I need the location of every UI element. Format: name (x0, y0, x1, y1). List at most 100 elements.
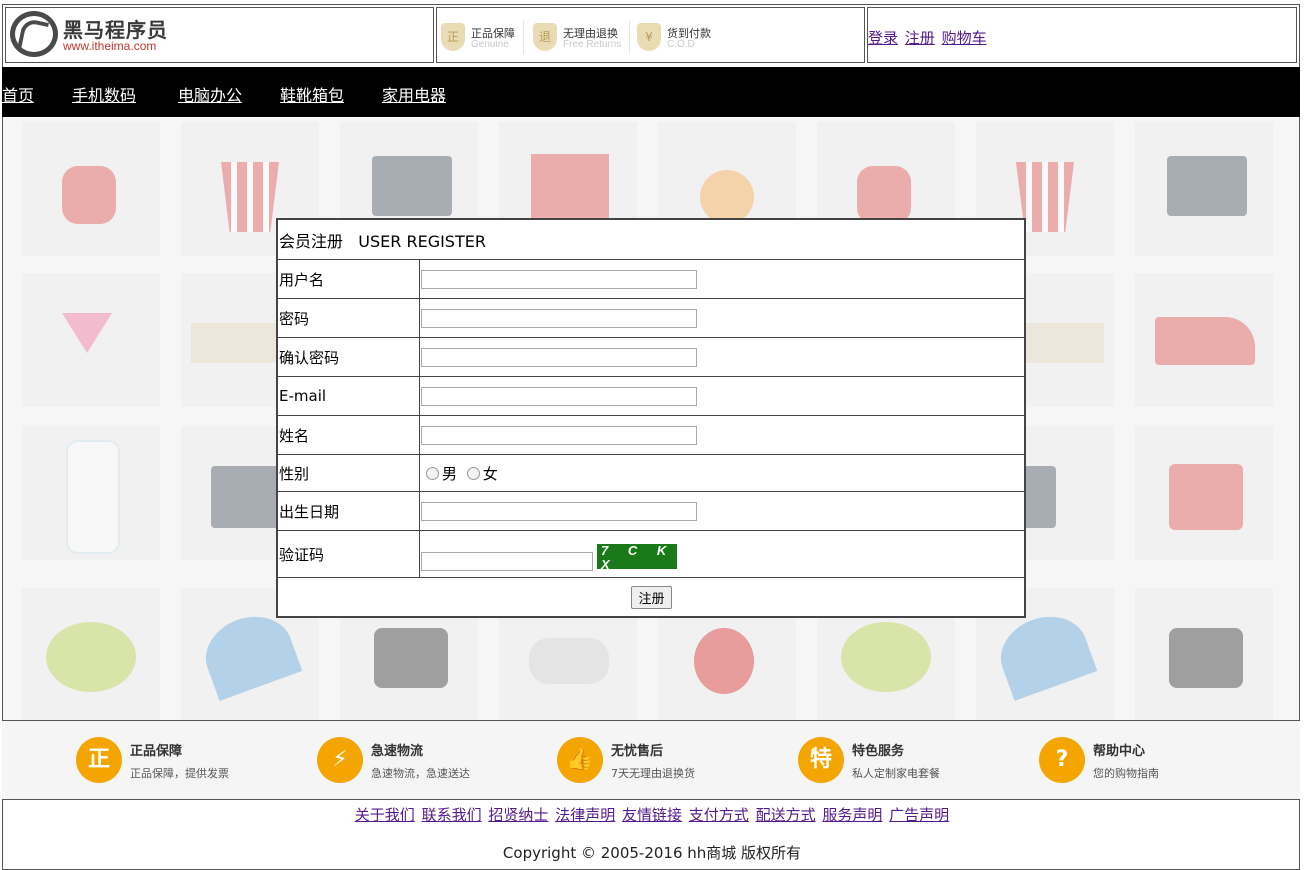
shield-icon: 正 (441, 23, 465, 51)
footer-link-service[interactable]: 服务声明 (822, 806, 882, 824)
form-title-en: USER REGISTER (358, 231, 486, 251)
birthday-input[interactable] (421, 501, 697, 521)
sneaker-icon (1155, 317, 1255, 365)
copyright: Copyright © 2005-2016 hh商城 版权所有 (502, 844, 802, 862)
nav-item-appliances[interactable]: 家用电器 (382, 82, 446, 106)
promo-sub: Free Returns (563, 39, 622, 50)
monitor-icon (372, 156, 452, 216)
service-title: 帮助中心 (1093, 744, 1146, 759)
footer-links: 关于我们 联系我们 招贤纳士 法律声明 友情链接 支付方式 配送方式 服务声明 … (0, 804, 1304, 825)
service-title: 正品保障 (130, 744, 183, 759)
umbrella-icon (195, 605, 303, 701)
thumbs-up-icon: 👍 (557, 737, 603, 783)
apple-icon (857, 166, 911, 224)
form-title-cn: 会员注册 (279, 231, 344, 251)
camera-icon (1169, 628, 1243, 688)
nav-item-shoes-bags[interactable]: 鞋靴箱包 (280, 82, 344, 106)
cod-icon: ¥ (637, 23, 661, 51)
camera-icon (374, 628, 448, 688)
bg-tile (1135, 588, 1273, 720)
umbrella-icon (990, 605, 1098, 701)
promo-divider (523, 20, 524, 54)
bg-tile (22, 588, 160, 720)
captcha-label: 验证码 (277, 530, 420, 578)
captcha-input[interactable] (421, 551, 593, 571)
email-label: E-mail (277, 376, 420, 416)
password-input[interactable] (421, 308, 697, 328)
monitor-icon (1167, 156, 1247, 216)
service-desc: 急速物流，急速送达 (371, 767, 470, 780)
bg-tile (22, 122, 160, 256)
captcha-image[interactable]: 7 C K X (597, 543, 677, 571)
header-logo-cell: 黑马程序员 www.itheima.com (5, 7, 434, 63)
cocktail-icon (62, 313, 112, 353)
bg-tile (22, 426, 160, 560)
popcorn-icon (221, 162, 279, 232)
apple-icon (62, 166, 116, 224)
register-submit-button[interactable]: 注册 (631, 585, 672, 609)
confirm-password-label: 确认密码 (277, 337, 420, 377)
service-title: 特色服务 (852, 744, 905, 759)
cart-link[interactable]: 购物车 (942, 29, 987, 47)
gift-icon (531, 154, 609, 220)
username-input[interactable] (421, 269, 697, 289)
nav-item-phones[interactable]: 手机数码 (72, 82, 136, 106)
nav-item-home[interactable]: 首页 (2, 82, 34, 106)
gender-label: 性别 (277, 454, 420, 492)
milk-bottle-icon (66, 440, 120, 554)
confirm-password-input[interactable] (421, 347, 697, 367)
gender-female-radio[interactable] (466, 466, 480, 480)
gender-female-label: 女 (482, 464, 498, 483)
promo-divider (629, 20, 630, 54)
genuine-shield-icon: 正 (76, 737, 122, 783)
header-links-cell: 登录 注册 购物车 (867, 7, 1297, 63)
cherries-icon (694, 628, 754, 694)
gender-male-label: 男 (442, 464, 458, 483)
promo-sub: C.O.D (667, 39, 695, 50)
gender-male-radio[interactable] (426, 466, 439, 480)
bg-tile (22, 273, 160, 407)
fast-delivery-icon: ⚡ (317, 737, 363, 783)
bg-tile (1135, 426, 1273, 560)
service-title: 急速物流 (371, 744, 424, 759)
form-title: 会员注册 USER REGISTER (277, 219, 1025, 260)
top-links: 登录 注册 购物车 (868, 27, 989, 48)
nav-item-computers[interactable]: 电脑办公 (178, 82, 242, 106)
orange-icon (700, 170, 754, 224)
bg-tile (1135, 273, 1273, 407)
username-label: 用户名 (277, 259, 420, 299)
register-link[interactable]: 注册 (905, 29, 935, 47)
name-label: 姓名 (277, 415, 420, 455)
footer-link-friends[interactable]: 友情链接 (622, 806, 682, 824)
service-title: 无忧售后 (611, 744, 664, 759)
birthday-label: 出生日期 (277, 491, 420, 531)
login-link[interactable]: 登录 (868, 29, 898, 47)
footer-link-payment[interactable]: 支付方式 (689, 806, 749, 824)
help-question-icon: ? (1039, 737, 1085, 783)
return-icon: 退 (533, 23, 557, 51)
kiwi-icon (841, 622, 931, 692)
kiwi-icon (46, 622, 136, 692)
bg-tile (1135, 122, 1273, 256)
service-desc: 您的购物指南 (1093, 767, 1159, 780)
header-promo-cell: 正 正品保障 Genuine 退 无理由退换 Free Returns ¥ 货到… (436, 7, 865, 63)
footer-link-ads[interactable]: 广告声明 (889, 806, 949, 824)
email-input[interactable] (421, 386, 697, 406)
music-player-icon (1169, 464, 1243, 530)
service-desc: 私人定制家电套餐 (852, 767, 940, 780)
special-badge-icon: 特 (798, 737, 844, 783)
name-input[interactable] (421, 425, 697, 445)
service-bar: 正 正品保障 正品保障，提供发票 ⚡ 急速物流 急速物流，急速送达 👍 无忧售后… (2, 720, 1300, 800)
password-label: 密码 (277, 298, 420, 338)
gamepad-icon (529, 638, 609, 684)
footer-link-delivery[interactable]: 配送方式 (756, 806, 816, 824)
service-desc: 正品保障，提供发票 (130, 767, 229, 780)
footer-link-about[interactable]: 关于我们 (355, 806, 415, 824)
footer-link-jobs[interactable]: 招贤纳士 (488, 806, 548, 824)
service-desc: 7天无理由退换货 (611, 767, 695, 780)
main-nav: 首页 手机数码 电脑办公 鞋靴箱包 家用电器 (2, 67, 1300, 117)
footer-link-legal[interactable]: 法律声明 (555, 806, 615, 824)
logo-url: www.itheima.com (63, 39, 157, 53)
register-form: 会员注册 USER REGISTER 用户名 密码 确认密码 E-mail 姓名… (276, 218, 1026, 618)
footer-link-contact[interactable]: 联系我们 (422, 806, 482, 824)
